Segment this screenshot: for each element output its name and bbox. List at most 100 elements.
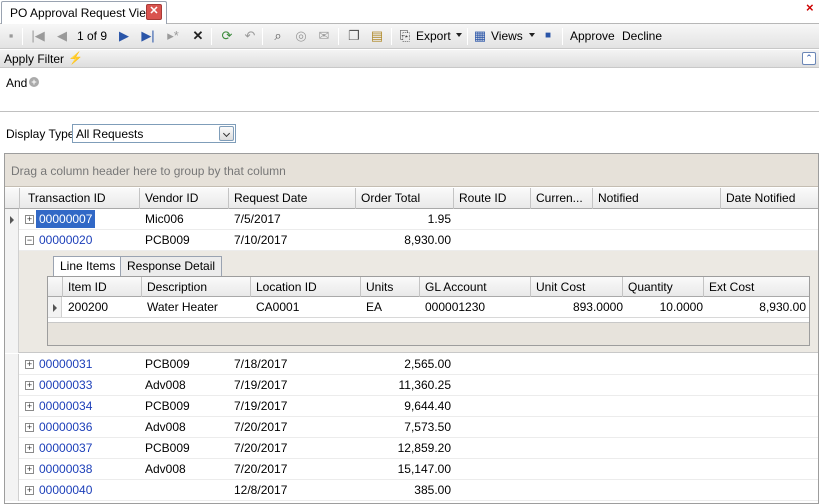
- delete-icon[interactable]: ✕: [190, 28, 206, 44]
- transaction-id-cell[interactable]: 00000007: [36, 210, 96, 228]
- new-record-icon[interactable]: ▸*: [165, 28, 181, 44]
- save-view-icon[interactable]: ■: [540, 28, 556, 44]
- group-by-panel[interactable]: Drag a column header here to group by th…: [5, 154, 818, 187]
- table-row[interactable]: + 00000034 PCB009 7/19/2017 9,644.40: [5, 396, 818, 417]
- tab-line-items[interactable]: Line Items: [53, 256, 123, 277]
- table-row[interactable]: + 00000038 Adv008 7/20/2017 15,147.00: [5, 459, 818, 480]
- column-header-currency[interactable]: Curren...: [531, 188, 593, 209]
- first-record-icon[interactable]: |◀: [30, 28, 46, 44]
- table-row[interactable]: + 00000033 Adv008 7/19/2017 11,360.25: [5, 375, 818, 396]
- refresh-icon[interactable]: ⟳: [219, 28, 235, 44]
- filter-editor: And +: [0, 69, 819, 112]
- line-item-row[interactable]: 200200 Water Heater CA0001 EA 000001230 …: [48, 297, 809, 318]
- transaction-id-cell[interactable]: 00000031: [39, 357, 92, 371]
- paste-icon[interactable]: ▤: [369, 28, 385, 44]
- expand-row-icon[interactable]: +: [25, 360, 34, 369]
- table-row[interactable]: + 00000031 PCB009 7/18/2017 2,565.00: [5, 354, 818, 375]
- transaction-id-cell[interactable]: 00000040: [39, 483, 92, 497]
- order-total-cell: 7,573.50: [404, 420, 451, 434]
- toolbar-separator: [262, 28, 263, 45]
- row-indicator: [5, 354, 19, 375]
- collapse-filter-icon[interactable]: ⌃: [802, 52, 816, 65]
- collapse-row-icon[interactable]: −: [25, 236, 34, 245]
- column-header-quantity[interactable]: Quantity: [623, 277, 704, 297]
- column-header-vendor-id[interactable]: Vendor ID: [140, 188, 229, 209]
- approve-button[interactable]: Approve: [570, 29, 615, 43]
- column-header-unit-cost[interactable]: Unit Cost: [531, 277, 623, 297]
- expand-row-icon[interactable]: +: [25, 402, 34, 411]
- export-icon[interactable]: ⎘: [397, 28, 413, 44]
- last-record-icon[interactable]: ▶|: [140, 28, 156, 44]
- transaction-id-cell[interactable]: 00000033: [39, 378, 92, 392]
- column-header-description[interactable]: Description: [142, 277, 251, 297]
- current-row-arrow-icon: [53, 304, 57, 312]
- views-icon[interactable]: ▦: [472, 28, 488, 44]
- attach-icon[interactable]: ◎: [293, 28, 309, 44]
- transaction-id-cell[interactable]: 00000037: [39, 441, 92, 455]
- description-cell: Water Heater: [147, 300, 218, 314]
- pager-position: 1 of 9: [77, 29, 108, 43]
- order-total-cell: 11,360.25: [398, 378, 452, 392]
- tab-close-icon[interactable]: ✕: [146, 4, 162, 20]
- transaction-id-cell[interactable]: 00000034: [39, 399, 92, 413]
- column-header-location-id[interactable]: Location ID: [251, 277, 361, 297]
- export-button[interactable]: Export: [416, 29, 451, 43]
- request-date-cell: 7/20/2017: [234, 462, 288, 476]
- expand-row-icon[interactable]: +: [25, 465, 34, 474]
- expand-row-icon[interactable]: +: [25, 381, 34, 390]
- views-button[interactable]: Views: [491, 29, 523, 43]
- filter-and-operator[interactable]: And: [6, 76, 27, 90]
- request-date-cell: 7/18/2017: [234, 357, 288, 371]
- decline-button[interactable]: Decline: [622, 29, 662, 43]
- table-row[interactable]: + 00000007 Mic006 7/5/2017 1.95: [5, 209, 818, 230]
- email-icon[interactable]: ✉: [316, 28, 332, 44]
- filter-title: Apply Filter: [4, 52, 65, 66]
- column-header-item-id[interactable]: Item ID: [63, 277, 142, 297]
- window-close-icon[interactable]: ×: [806, 1, 819, 15]
- add-condition-icon[interactable]: +: [29, 77, 39, 87]
- expand-row-icon[interactable]: +: [25, 215, 34, 224]
- column-header-transaction-id[interactable]: Transaction ID: [20, 188, 140, 209]
- vendor-id-cell: PCB009: [145, 233, 190, 247]
- filter-header[interactable]: Apply Filter ⚡ ⌃: [0, 50, 819, 68]
- column-header-route-id[interactable]: Route ID: [454, 188, 531, 209]
- next-record-icon[interactable]: ▶: [116, 28, 132, 44]
- column-header-ext-cost[interactable]: Ext Cost: [704, 277, 809, 297]
- vendor-id-cell: Adv008: [145, 420, 186, 434]
- column-header-order-total[interactable]: Order Total: [356, 188, 454, 209]
- line-items-grid: Item ID Description Location ID Units GL…: [47, 276, 810, 346]
- save-icon[interactable]: ▪: [3, 28, 19, 44]
- table-row[interactable]: + 00000037 PCB009 7/20/2017 12,859.20: [5, 438, 818, 459]
- table-row[interactable]: − 00000020 PCB009 7/10/2017 8,930.00: [5, 230, 818, 251]
- filter-funnel-icon[interactable]: ⚡: [68, 51, 83, 65]
- chevron-down-icon[interactable]: [219, 126, 234, 141]
- quantity-cell: 10.0000: [659, 300, 703, 314]
- transaction-id-cell[interactable]: 00000038: [39, 462, 92, 476]
- table-row[interactable]: + 00000036 Adv008 7/20/2017 7,573.50: [5, 417, 818, 438]
- column-header-units[interactable]: Units: [361, 277, 420, 297]
- views-dropdown-icon[interactable]: [529, 33, 535, 37]
- export-dropdown-icon[interactable]: [456, 33, 462, 37]
- expand-row-icon[interactable]: +: [25, 444, 34, 453]
- column-header-gl-account[interactable]: GL Account: [420, 277, 531, 297]
- column-header-notified[interactable]: Notified: [593, 188, 721, 209]
- transaction-id-cell[interactable]: 00000020: [39, 233, 92, 247]
- line-items-header: Item ID Description Location ID Units GL…: [48, 277, 809, 297]
- display-type-select[interactable]: All Requests: [72, 124, 236, 143]
- previous-record-icon[interactable]: ◀: [54, 28, 70, 44]
- header-row-indicator: [5, 188, 20, 209]
- undo-icon[interactable]: ↶: [242, 28, 258, 44]
- expand-row-icon[interactable]: +: [25, 423, 34, 432]
- expand-row-icon[interactable]: +: [25, 486, 34, 495]
- table-row[interactable]: + 00000040 12/8/2017 385.00: [5, 480, 818, 501]
- column-header-request-date[interactable]: Request Date: [229, 188, 356, 209]
- unit-cost-cell: 893.0000: [572, 300, 623, 314]
- tab-po-approval-request-view[interactable]: PO Approval Request View ✕: [1, 1, 167, 24]
- transaction-id-cell[interactable]: 00000036: [39, 420, 92, 434]
- copy-icon[interactable]: ❐: [346, 28, 362, 44]
- row-indicator: [5, 459, 19, 480]
- vendor-id-cell: Adv008: [145, 462, 186, 476]
- print-preview-icon[interactable]: ⌕: [270, 28, 286, 44]
- column-header-date-notified[interactable]: Date Notified: [721, 188, 818, 209]
- tab-response-detail[interactable]: Response Detail: [120, 256, 223, 276]
